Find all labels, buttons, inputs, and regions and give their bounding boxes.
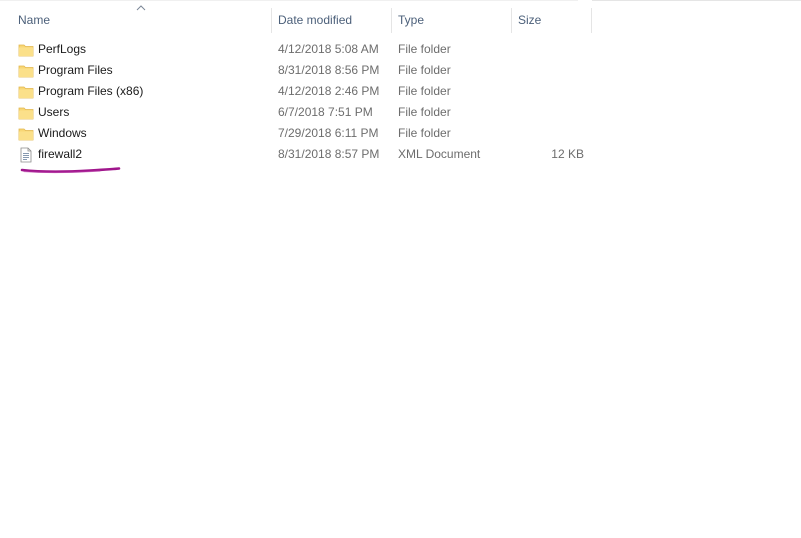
column-header-type-label: Type xyxy=(398,13,425,27)
folder-icon xyxy=(18,44,34,57)
file-size xyxy=(512,123,584,144)
file-type: File folder xyxy=(398,105,451,119)
file-type: File folder xyxy=(398,42,451,56)
column-separator[interactable] xyxy=(591,8,592,33)
file-name: firewall2 xyxy=(38,147,83,161)
file-row-windows[interactable]: Windows 7/29/2018 6:11 PM File folder xyxy=(0,123,592,144)
file-type: File folder xyxy=(398,126,451,140)
file-date-modified: 6/7/2018 7:51 PM xyxy=(278,105,373,119)
file-row-firewall2[interactable]: firewall2 8/31/2018 8:57 PM XML Document… xyxy=(0,144,592,165)
file-name: Program Files xyxy=(38,63,113,77)
folder-icon xyxy=(18,107,34,120)
file-name: Users xyxy=(38,105,70,119)
folder-icon xyxy=(18,65,34,78)
file-size xyxy=(512,102,584,123)
file-size xyxy=(512,60,584,81)
file-date-modified: 8/31/2018 8:56 PM xyxy=(278,63,380,77)
column-header-size[interactable]: Size xyxy=(512,8,592,33)
file-name: Program Files (x86) xyxy=(38,84,144,98)
file-size: 12 KB xyxy=(551,147,584,161)
file-date-modified: 4/12/2018 5:08 AM xyxy=(278,42,379,56)
folder-icon xyxy=(18,86,34,99)
folder-icon xyxy=(18,128,34,141)
file-explorer-list: Name Date modified Type Size PerfLogs 4/ xyxy=(0,0,801,538)
file-date-modified: 7/29/2018 6:11 PM xyxy=(278,126,379,140)
column-header-size-label: Size xyxy=(518,13,542,27)
column-header-name[interactable]: Name xyxy=(0,5,272,33)
file-row-program-files[interactable]: Program Files 8/31/2018 8:56 PM File fol… xyxy=(0,60,592,81)
highlight-underline-annotation xyxy=(20,167,121,174)
file-list: PerfLogs 4/12/2018 5:08 AM File folder P… xyxy=(0,39,592,165)
file-size xyxy=(512,39,584,60)
column-header-type[interactable]: Type xyxy=(392,8,512,33)
column-header-date-modified[interactable]: Date modified xyxy=(272,8,392,33)
column-header-row: Name Date modified Type Size xyxy=(0,5,592,33)
file-row-program-files-x86[interactable]: Program Files (x86) 4/12/2018 2:46 PM Fi… xyxy=(0,81,592,102)
file-row-users[interactable]: Users 6/7/2018 7:51 PM File folder xyxy=(0,102,592,123)
file-type: File folder xyxy=(398,63,451,77)
top-divider-right xyxy=(592,0,801,1)
file-date-modified: 8/31/2018 8:57 PM xyxy=(278,147,380,161)
file-type: File folder xyxy=(398,84,451,98)
file-date-modified: 4/12/2018 2:46 PM xyxy=(278,84,380,98)
sort-ascending-icon xyxy=(136,5,146,11)
column-header-name-label: Name xyxy=(18,13,51,27)
file-name: Windows xyxy=(38,126,87,140)
file-name: PerfLogs xyxy=(38,42,87,56)
column-header-date-label: Date modified xyxy=(278,13,353,27)
xml-document-icon xyxy=(20,147,32,163)
top-divider xyxy=(0,0,578,1)
file-row-perflogs[interactable]: PerfLogs 4/12/2018 5:08 AM File folder xyxy=(0,39,592,60)
file-type: XML Document xyxy=(398,147,481,161)
file-size xyxy=(512,81,584,102)
